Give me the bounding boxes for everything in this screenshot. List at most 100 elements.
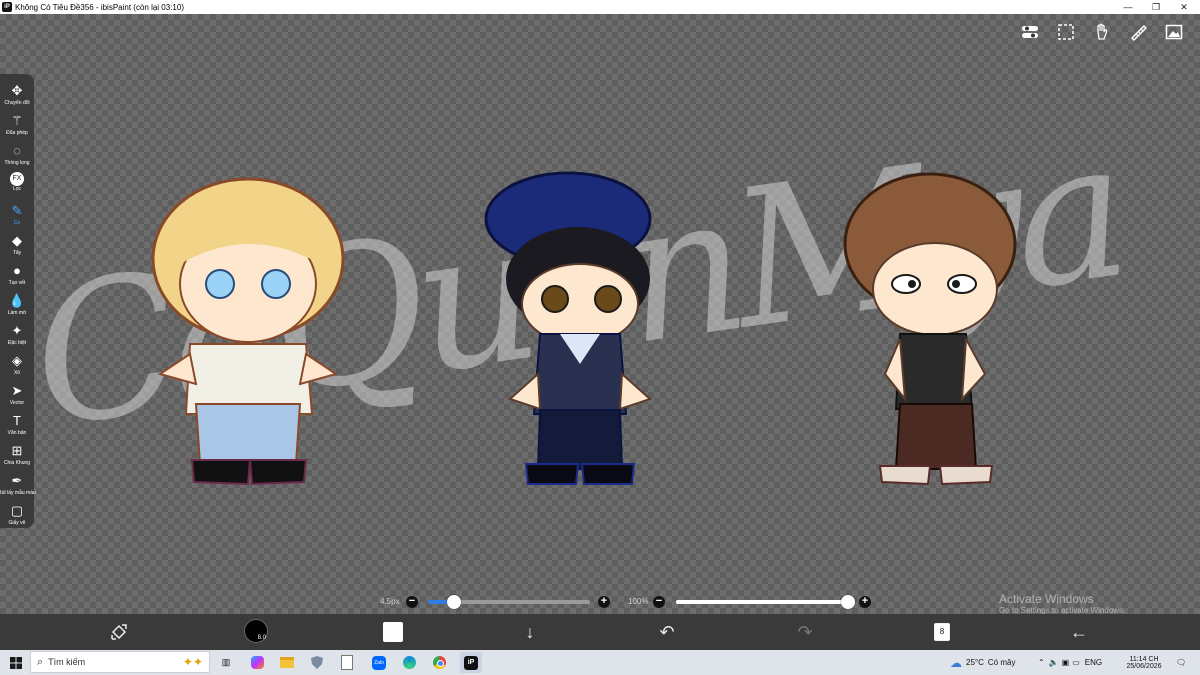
window-title: Không Có Tiêu Đề356 - ibisPaint (còn lại… <box>15 2 184 12</box>
copilot-icon[interactable] <box>248 652 266 673</box>
hand-icon[interactable] <box>1092 22 1112 42</box>
character-brown-hair <box>843 172 1017 486</box>
layers-button[interactable]: 8 <box>929 620 955 644</box>
drawing-canvas[interactable]: CaQuynMya <box>0 14 1200 615</box>
tool-vector[interactable]: ➤ Vector <box>0 382 34 412</box>
tool-special[interactable]: ✦ Đặc biệt <box>0 322 34 352</box>
eyedropper-icon: ✒ <box>11 473 23 488</box>
cloudy-weather-icon: ☁ <box>950 655 962 670</box>
system-tray: ⌃ 🔈 ▣ ▭ ENG <box>1038 650 1102 675</box>
tool-sidebar: ✥ Chuyển đổi ⚚ Đũa phép ◌ Thòng lọng FX Lọc ✎ Cọ ◆… <box>0 74 36 528</box>
selection-icon[interactable] <box>1056 22 1076 42</box>
opacity-decrease-button[interactable]: − <box>653 596 665 608</box>
chrome-browser-icon[interactable] <box>430 652 448 673</box>
tool-label: Lọc <box>12 186 22 192</box>
chibi-characters-artwork <box>151 171 1017 486</box>
back-arrow-icon[interactable]: ← <box>1066 620 1092 644</box>
ibispaint-taskbar-icon[interactable]: iP <box>460 652 482 673</box>
eraser-icon: ◆ <box>12 233 22 248</box>
taskbar-search-box[interactable]: ⌕ Tìm kiếm ✦✦ <box>30 651 210 673</box>
canvas-paper-icon: ▢ <box>10 503 24 518</box>
reference-icon[interactable] <box>1164 22 1184 42</box>
ibispaint-app-icon: iP <box>2 2 12 12</box>
brush-size-increase-button[interactable]: + <box>598 596 610 608</box>
brush-icon: ✎ <box>11 203 23 218</box>
language-indicator[interactable]: ENG <box>1085 658 1102 667</box>
search-icon: ⌕ <box>37 655 44 668</box>
tool-label: Tẩy <box>12 250 22 256</box>
canvas-top-icons <box>1020 22 1200 42</box>
activate-windows-title: Activate Windows <box>999 592 1094 606</box>
special-icon: ✦ <box>11 323 23 338</box>
windows-start-icon[interactable] <box>6 652 26 673</box>
notepad-icon[interactable] <box>338 652 356 673</box>
brush-size-label: 4.5px <box>380 597 400 606</box>
weather-temperature: 25°C <box>966 658 984 667</box>
opacity-knob[interactable] <box>841 595 855 609</box>
brush-size-preview-label: 8.0 <box>257 635 266 641</box>
tool-text[interactable]: T Văn bản <box>0 412 34 442</box>
opacity-increase-button[interactable]: + <box>859 596 871 608</box>
tool-lasso[interactable]: ◌ Thòng lọng <box>0 142 34 172</box>
tool-eraser[interactable]: ◆ Tẩy <box>0 232 34 262</box>
zalo-icon-label: Zalo <box>372 655 386 670</box>
weather-widget[interactable]: ☁ 25°C Có mây <box>950 650 1015 675</box>
tool-label: Bút lấy mẫu màu <box>0 490 36 496</box>
layer-toggle-icon[interactable] <box>1020 22 1040 42</box>
brush-size-preview-button[interactable]: 8.0 <box>244 619 268 643</box>
volume-icon[interactable]: 🔈 <box>1049 658 1059 667</box>
character-blonde <box>151 177 345 486</box>
windows-taskbar: ⌕ Tìm kiếm ✦✦ ▥ Zalo iP ☁ 25°C Có mây ⌃ … <box>0 650 1200 675</box>
tool-label: Xô <box>13 370 21 376</box>
clock[interactable]: 11:14 CH 25/06/2026 <box>1124 650 1164 675</box>
tool-canvas-paper[interactable]: ▢ Giấy vẽ <box>0 502 34 532</box>
tool-magic-wand[interactable]: ⚚ Đũa phép <box>0 112 34 142</box>
brush-size-slider[interactable] <box>428 595 590 609</box>
tool-label: Làm mờ <box>7 310 27 316</box>
task-view-icon[interactable]: ▥ <box>218 652 234 673</box>
search-highlight-icon: ✦✦ <box>182 655 203 669</box>
tool-blur[interactable]: 💧 Làm mờ <box>0 292 34 322</box>
tool-label: Tạo vết <box>8 280 26 286</box>
tool-filter-fx[interactable]: FX Lọc <box>0 172 34 202</box>
frame-divider-icon: ⊞ <box>11 443 23 458</box>
tool-move[interactable]: ✥ Chuyển đổi <box>0 82 34 112</box>
tool-eyedropper[interactable]: ✒ Bút lấy mẫu màu <box>0 472 36 502</box>
tool-label: Giấy vẽ <box>8 520 26 526</box>
bucket-icon: ◈ <box>12 353 22 368</box>
battery-icon[interactable]: ▭ <box>1072 658 1080 667</box>
network-icon[interactable]: ▣ <box>1062 658 1070 667</box>
security-shield-icon[interactable] <box>308 652 326 673</box>
clock-time: 11:14 CH <box>1129 655 1159 663</box>
brush-size-knob[interactable] <box>446 595 461 609</box>
character-navy-hat <box>484 171 652 485</box>
notification-icon[interactable]: 🗨 <box>1176 650 1186 675</box>
tool-frame-divider[interactable]: ⊞ Chia Khung <box>0 442 34 472</box>
search-placeholder: Tìm kiếm <box>48 657 86 667</box>
opacity-slider[interactable] <box>676 595 855 609</box>
undo-icon[interactable]: ↶ <box>654 620 680 644</box>
transform-tools-icon[interactable] <box>106 620 132 644</box>
smudge-icon: ● <box>13 263 21 278</box>
maximize-icon[interactable]: ❐ <box>1142 0 1170 14</box>
tool-brush[interactable]: ✎ Cọ <box>0 202 34 232</box>
tool-smudge[interactable]: ● Tạo vết <box>0 262 34 292</box>
zalo-icon[interactable]: Zalo <box>370 652 388 673</box>
title-bar: iP Không Có Tiêu Đề356 - ibisPaint (còn … <box>0 0 1200 14</box>
tool-bucket[interactable]: ◈ Xô <box>0 352 34 382</box>
minimize-icon[interactable]: — <box>1114 0 1142 14</box>
redo-icon[interactable]: ↷ <box>792 620 818 644</box>
chevron-up-icon[interactable]: ⌃ <box>1038 658 1045 667</box>
tool-label: Chia Khung <box>3 460 31 466</box>
lasso-icon: ◌ <box>13 143 21 158</box>
brush-size-decrease-button[interactable]: − <box>406 596 418 608</box>
tool-label: Chuyển đổi <box>4 100 30 106</box>
ruler-icon[interactable] <box>1128 22 1148 42</box>
color-picker-button[interactable] <box>380 620 406 644</box>
clock-date: 25/06/2026 <box>1126 662 1162 670</box>
file-explorer-icon[interactable] <box>278 652 296 673</box>
edge-browser-icon[interactable] <box>400 652 418 673</box>
down-arrow-icon[interactable]: ↓ <box>517 620 543 644</box>
close-icon[interactable]: ✕ <box>1170 0 1198 14</box>
text-icon: T <box>13 413 21 428</box>
